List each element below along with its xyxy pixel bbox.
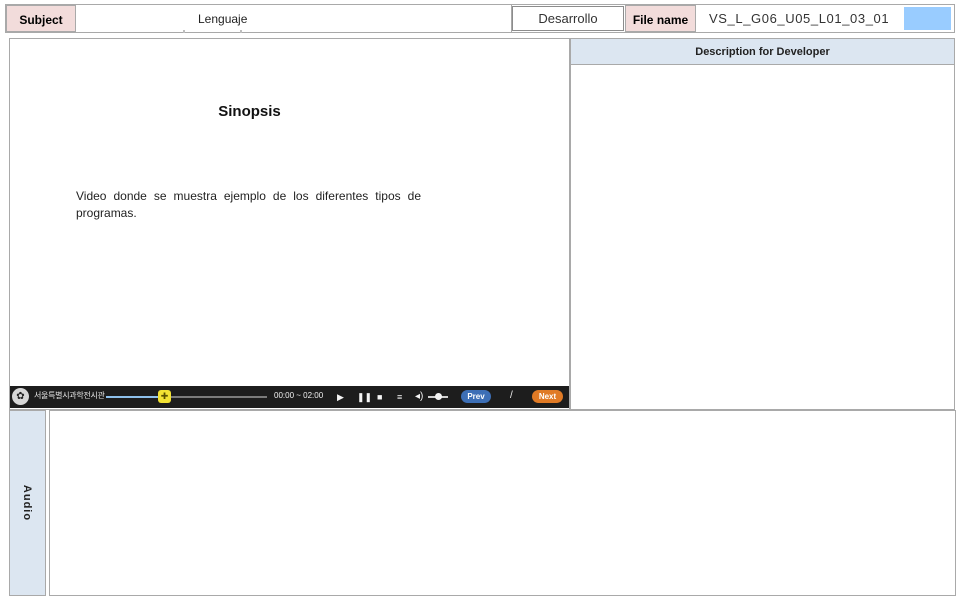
developer-panel-header: Description for Developer: [570, 38, 955, 65]
next-button[interactable]: Next: [532, 390, 563, 403]
file-name-label: File name: [625, 5, 696, 32]
volume-handle[interactable]: [435, 393, 442, 400]
progress-fill: [106, 396, 164, 398]
audio-label: Audio: [21, 484, 34, 522]
pause-button[interactable]: ❚❚: [357, 392, 372, 402]
prev-button[interactable]: Prev: [461, 390, 491, 403]
menu-icon[interactable]: ≡: [397, 392, 402, 402]
file-name-value: VS_L_G06_U05_L01_03_01: [709, 11, 890, 26]
subject-value-cell: Lenguaje: [76, 5, 512, 32]
subject-value: Lenguaje: [198, 12, 248, 26]
play-button[interactable]: ▶: [337, 392, 344, 402]
emblem-icon: ✿: [12, 388, 29, 405]
volume-icon[interactable]: ◂): [415, 392, 423, 402]
page-title: Sinopsis: [218, 103, 281, 120]
synopsis-text: Video donde se muestra ejemplo de los di…: [76, 189, 421, 220]
color-swatch: [904, 7, 951, 30]
audio-label-wrap: Audio: [9, 410, 46, 596]
cell-divider-mark: [183, 30, 185, 33]
developer-panel: [570, 38, 955, 410]
time-display: 00:00 ~ 02:00: [274, 391, 324, 400]
player-brand: 서울특별시과학전시관: [34, 391, 105, 400]
stage-field[interactable]: Desarrollo: [512, 6, 624, 31]
stop-button[interactable]: ■: [377, 392, 382, 402]
subject-label: Subject: [6, 5, 76, 32]
cell-divider-mark: [240, 30, 242, 33]
progress-handle[interactable]: ✚: [158, 390, 171, 403]
audio-panel: [49, 410, 956, 596]
content-panel: [9, 38, 570, 410]
page-separator: /: [510, 390, 513, 401]
